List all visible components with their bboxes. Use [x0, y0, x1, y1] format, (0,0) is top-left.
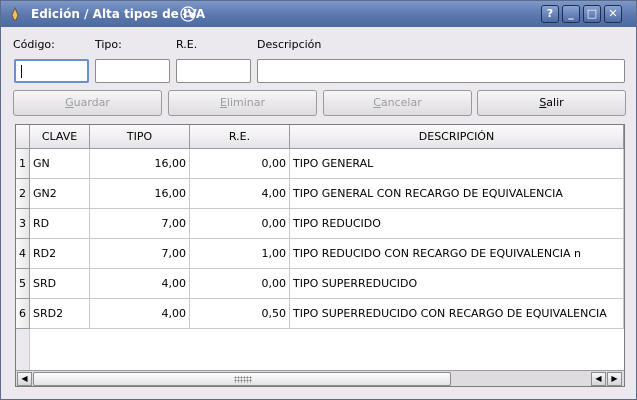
table-cell-clave[interactable]: GN: [30, 149, 90, 179]
table-cell-clave[interactable]: SRD2: [30, 299, 90, 329]
row-header[interactable]: 2: [16, 179, 30, 209]
table-cell-desc[interactable]: TIPO SUPERREDUCIDO: [290, 269, 624, 299]
row-header[interactable]: 3: [16, 209, 30, 239]
scroll-grip-icon: [234, 376, 252, 383]
descripcion-input[interactable]: [257, 59, 625, 83]
minimize-icon[interactable]: _: [562, 5, 580, 23]
table-cell-tipo[interactable]: 16,00: [90, 179, 190, 209]
tipo-label: Tipo:: [95, 38, 122, 51]
salir-label: alir: [546, 96, 564, 109]
table-cell-tipo[interactable]: 16,00: [90, 149, 190, 179]
table-cell-desc[interactable]: TIPO REDUCIDO: [290, 209, 624, 239]
row-header[interactable]: 6: [16, 299, 30, 329]
table-cell-clave[interactable]: RD: [30, 209, 90, 239]
table-cell-re[interactable]: 4,00: [190, 179, 290, 209]
descripcion-label: Descripción: [257, 38, 322, 51]
kde-swirl-icon: [180, 6, 196, 22]
scroll-thumb[interactable]: [33, 372, 451, 386]
salir-button[interactable]: Salir: [477, 90, 626, 116]
guardar-label: uardar: [73, 96, 110, 109]
codigo-input[interactable]: [14, 59, 89, 83]
table-cell-tipo[interactable]: 4,00: [90, 269, 190, 299]
row-header[interactable]: 4: [16, 239, 30, 269]
column-header-tipo[interactable]: TIPO: [90, 125, 190, 149]
iva-window: Edición / Alta tipos de IVA ? _ □ ✕ Códi…: [0, 0, 637, 400]
guardar-mnemonic: G: [65, 96, 74, 109]
column-header-descripcion[interactable]: DESCRIPCIÓN: [290, 125, 624, 149]
cancelar-button[interactable]: Cancelar: [323, 90, 472, 116]
table-cell-desc[interactable]: TIPO SUPERREDUCIDO CON RECARGO DE EQUIVA…: [290, 299, 624, 329]
codigo-label: Código:: [13, 38, 55, 51]
table-cell-tipo[interactable]: 7,00: [90, 209, 190, 239]
scroll-left-button-end[interactable]: ◀: [591, 372, 606, 386]
guardar-button[interactable]: Guardar: [13, 90, 162, 116]
tipo-input[interactable]: [95, 59, 170, 83]
table-cell-desc[interactable]: TIPO GENERAL: [290, 149, 624, 179]
table-cell-re[interactable]: 0,50: [190, 299, 290, 329]
row-header-filler: [16, 329, 30, 370]
table-cell-re[interactable]: 0,00: [190, 269, 290, 299]
column-header-re[interactable]: R.E.: [190, 125, 290, 149]
re-input[interactable]: [176, 59, 251, 83]
table-cell-clave[interactable]: SRD: [30, 269, 90, 299]
cancelar-mnemonic: C: [373, 96, 381, 109]
horizontal-scrollbar[interactable]: ◀ ◀ ▶: [16, 370, 624, 386]
table-cell-desc[interactable]: TIPO GENERAL CON RECARGO DE EQUIVALENCIA: [290, 179, 624, 209]
table-cell-clave[interactable]: RD2: [30, 239, 90, 269]
cancelar-label: ancelar: [380, 96, 422, 109]
table-cell-re[interactable]: 1,00: [190, 239, 290, 269]
text-caret: [21, 65, 22, 78]
row-header[interactable]: 5: [16, 269, 30, 299]
table-cell-clave[interactable]: GN2: [30, 179, 90, 209]
table-cell-re[interactable]: 0,00: [190, 209, 290, 239]
app-icon: [11, 7, 19, 21]
eliminar-label: liminar: [226, 96, 266, 109]
table-cell-tipo[interactable]: 7,00: [90, 239, 190, 269]
eliminar-mnemonic: E: [219, 96, 227, 109]
close-icon[interactable]: ✕: [604, 5, 622, 23]
title-bar[interactable]: Edición / Alta tipos de IVA ? _ □ ✕: [1, 1, 636, 27]
maximize-icon[interactable]: □: [583, 5, 601, 23]
table-cell-desc[interactable]: TIPO REDUCIDO CON RECARGO DE EQUIVALENCI…: [290, 239, 624, 269]
scroll-right-button[interactable]: ▶: [607, 372, 622, 386]
corner-header[interactable]: [16, 125, 30, 149]
row-header[interactable]: 1: [16, 149, 30, 179]
column-header-clave[interactable]: CLAVE: [30, 125, 90, 149]
iva-table[interactable]: CLAVE TIPO R.E. DESCRIPCIÓN 1 GN 16,00 0,00…: [15, 124, 625, 387]
table-cell-re[interactable]: 0,00: [190, 149, 290, 179]
help-icon[interactable]: ?: [541, 5, 559, 23]
eliminar-button[interactable]: Eliminar: [168, 90, 317, 116]
table-cell-tipo[interactable]: 4,00: [90, 299, 190, 329]
re-label: R.E.: [176, 38, 198, 51]
scroll-left-button[interactable]: ◀: [17, 372, 32, 386]
